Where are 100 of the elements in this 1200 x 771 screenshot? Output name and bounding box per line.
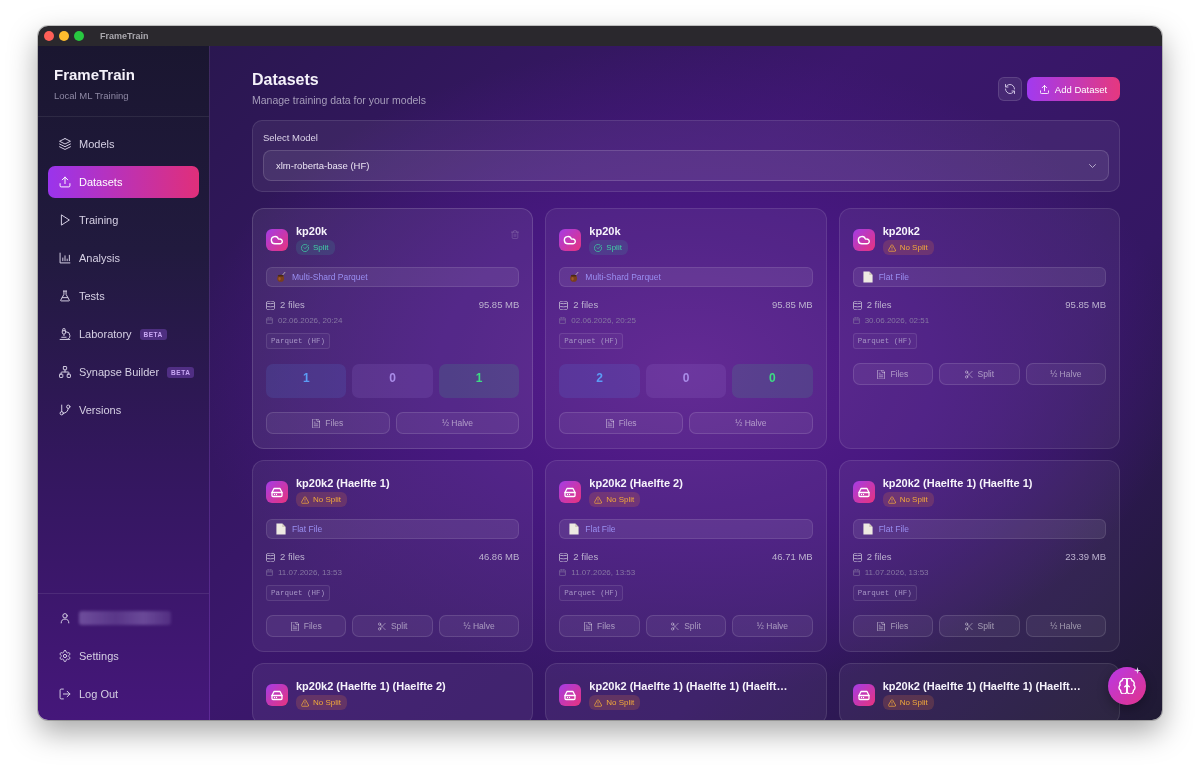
nav-item[interactable]: Analysis [48, 242, 199, 274]
split-button[interactable]: Split [645, 615, 727, 637]
drive-icon [559, 481, 582, 503]
document-icon [569, 523, 580, 535]
window-close-button[interactable] [44, 31, 54, 41]
files-button[interactable]: Files [266, 412, 390, 434]
dataset-name: kp20k2 (Haelfte 1) [296, 476, 390, 490]
split-button[interactable]: Split [939, 615, 1020, 637]
refresh-button[interactable] [998, 77, 1022, 101]
nav-item[interactable]: Datasets [48, 166, 199, 198]
bar-chart-icon [59, 252, 71, 264]
file-count: 2 files [573, 550, 599, 564]
dataset-name: kp20k2 (Haelfte 1) (Haelfte 1) (Haelft… [882, 679, 1081, 693]
document-icon [276, 523, 286, 535]
dataset-size: 46.86 MB [478, 550, 520, 564]
halve-button[interactable]: ½ Halve [395, 412, 520, 434]
split-button[interactable]: Split [352, 615, 433, 637]
file-icon [584, 621, 593, 631]
file-icon [877, 621, 886, 631]
drive-icon [852, 684, 875, 706]
dataset-name: kp20k2 (Haelfte 1) (Haelfte 2) [296, 679, 446, 693]
halve-button[interactable]: ½ Halve [1025, 615, 1106, 637]
nav-item[interactable]: Training [48, 204, 199, 236]
database-icon [852, 300, 862, 310]
scissors-icon [671, 621, 680, 631]
dataset-size: 46.71 MB [772, 550, 813, 564]
file-count: 2 files [280, 550, 305, 564]
file-count: 2 files [573, 298, 599, 312]
database-icon [266, 552, 275, 562]
user-icon [59, 612, 71, 624]
calendar-icon [559, 569, 567, 576]
calendar-icon [559, 317, 567, 324]
calendar-icon [266, 317, 273, 324]
logout-icon [59, 688, 71, 700]
database-icon [559, 300, 569, 310]
status-label: Split [313, 243, 329, 252]
halve-button[interactable]: ½ Halve [689, 412, 813, 434]
cup-icon [569, 271, 580, 283]
document-icon [862, 271, 873, 283]
dataset-date: 30.06.2026, 02:51 [864, 315, 930, 327]
window-zoom-button[interactable] [74, 31, 84, 41]
files-button[interactable]: Files [266, 615, 347, 637]
format-name: Flat File [878, 524, 909, 534]
format-name: Flat File [585, 524, 616, 534]
format-name: Multi-Shard Parquet [585, 272, 661, 282]
split-count: 0 [769, 371, 776, 385]
halve-button[interactable]: ½ Halve [438, 615, 520, 637]
dataset-date: 11.07.2026, 13:53 [278, 567, 342, 579]
check-circle-icon [594, 243, 603, 252]
check-circle-icon [301, 243, 309, 252]
file-icon [312, 418, 321, 428]
assistant-button[interactable] [1108, 667, 1146, 705]
model-select[interactable]: xlm-roberta-base (HF) [263, 150, 1109, 181]
calendar-icon [852, 317, 860, 324]
halve-button[interactable]: ½ Halve [732, 615, 813, 637]
drive-icon [852, 481, 875, 503]
cup-icon [276, 271, 286, 283]
document-icon [862, 523, 873, 535]
dataset-name: kp20k2 (Haelfte 1) (Haelfte 1) [882, 476, 1033, 490]
file-icon [877, 369, 886, 379]
page-subtitle: Manage training data for your models [252, 94, 426, 106]
add-dataset-button[interactable]: Add Dataset [1027, 77, 1120, 101]
split-count: 2 [596, 371, 603, 385]
split-button[interactable]: Split [939, 363, 1020, 385]
files-button[interactable]: Files [852, 615, 934, 637]
halve-button[interactable]: ½ Halve [1025, 363, 1106, 385]
dataset-name: kp20k [296, 224, 328, 238]
nav-item[interactable]: Versions [48, 394, 199, 426]
scissors-icon [964, 369, 973, 379]
status-label: No Split [313, 495, 341, 504]
dataset-date: 11.07.2026, 13:53 [571, 567, 636, 579]
dataset-date: 02.06.2026, 20:25 [571, 315, 636, 327]
file-count: 2 files [866, 550, 892, 564]
database-icon [266, 300, 275, 310]
app-tagline: Local ML Training [54, 90, 130, 101]
cloud-icon [266, 229, 288, 251]
cloud-icon [559, 229, 582, 251]
warning-icon [887, 698, 896, 707]
dataset-name: kp20k [589, 224, 621, 238]
files-button[interactable]: Files [559, 615, 640, 637]
status-label: No Split [606, 495, 635, 504]
settings-button[interactable]: Settings [48, 640, 199, 672]
status-label: Split [606, 243, 622, 252]
nav-item[interactable]: Models [48, 128, 199, 160]
logout-button[interactable]: Log Out [48, 678, 199, 710]
file-count: 2 files [866, 298, 892, 312]
warning-icon [887, 495, 896, 504]
status-label: No Split [899, 698, 928, 707]
microscope-icon [59, 328, 71, 340]
layers-icon [59, 138, 71, 150]
window-minimize-button[interactable] [59, 31, 69, 41]
flask-icon [59, 290, 71, 302]
database-icon [852, 552, 862, 562]
brain-icon [1118, 678, 1136, 694]
nav-item[interactable]: Tests [48, 280, 199, 312]
app-name: FrameTrain [54, 66, 136, 84]
files-button[interactable]: Files [852, 363, 934, 385]
dataset-date: 02.06.2026, 20:24 [278, 315, 343, 327]
files-button[interactable]: Files [559, 412, 683, 434]
status-label: No Split [899, 495, 928, 504]
